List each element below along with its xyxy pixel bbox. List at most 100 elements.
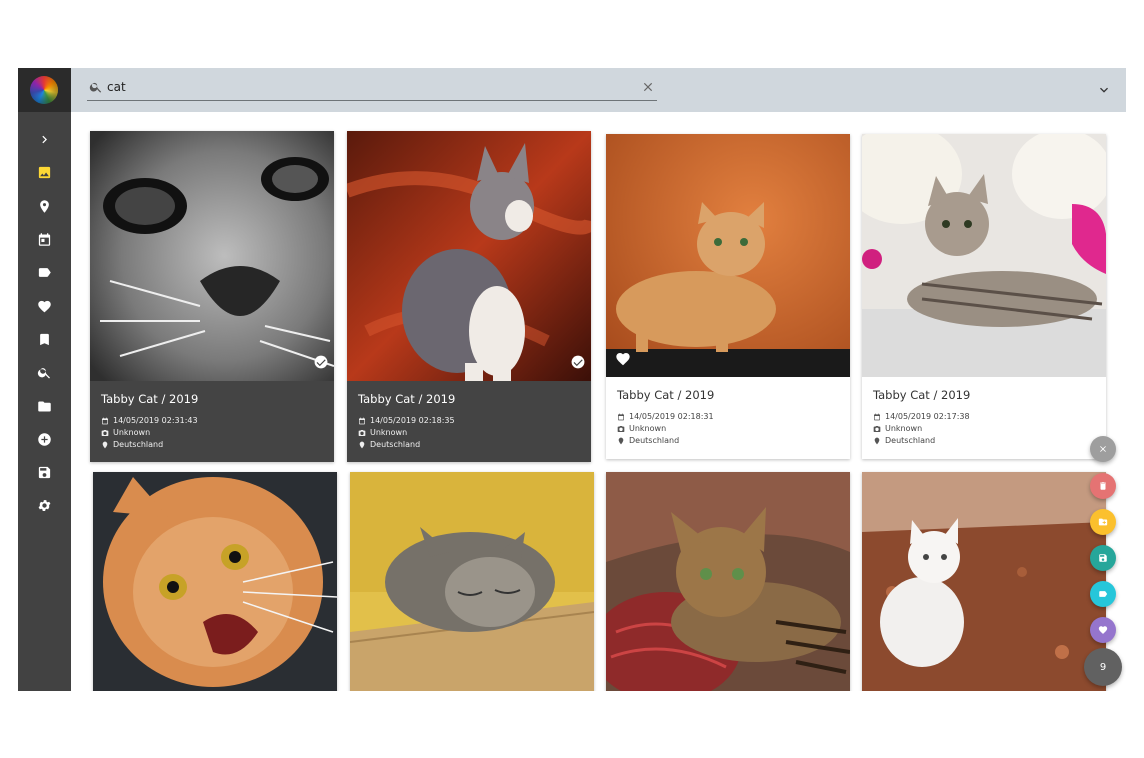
location-text: Deutschland [113, 440, 164, 449]
save-icon [1099, 554, 1107, 562]
photo-thumbnail[interactable] [347, 131, 591, 381]
photo-card[interactable]: Tabby Cat / 2019 14/05/2019 02:18:31 Unk… [606, 134, 850, 459]
photo-date: 14/05/2019 02:18:35 [358, 416, 455, 425]
photo-title: Tabby Cat / 2019 [617, 388, 715, 402]
label-icon [38, 267, 51, 277]
card-info: Tabby Cat / 2019 14/05/2019 02:18:35 Unk… [347, 381, 591, 462]
clear-selection-button[interactable] [1090, 436, 1116, 462]
selection-count-button[interactable]: 9 [1084, 648, 1122, 686]
camera-icon [617, 425, 625, 432]
camera-icon [358, 429, 366, 436]
map-marker-icon [359, 441, 365, 448]
camera-icon [873, 425, 881, 432]
location-text: Deutschland [885, 436, 936, 445]
cat-photo [347, 131, 591, 381]
photo-title: Tabby Cat / 2019 [873, 388, 971, 402]
camera-text: Unknown [885, 424, 923, 433]
date-text: 14/05/2019 02:18:31 [629, 412, 714, 421]
camera-icon [101, 429, 109, 436]
sidebar-item-library[interactable] [18, 458, 71, 486]
sidebar-item-albums[interactable] [18, 325, 71, 353]
card-info: Tabby Cat / 2019 14/05/2019 02:17:38 Unk… [862, 377, 1106, 459]
sidebar-item-favorites[interactable] [18, 292, 71, 320]
toolbar [71, 68, 1126, 112]
sidebar-item-settings[interactable] [18, 491, 71, 519]
photo-camera: Unknown [358, 428, 407, 437]
map-marker-icon [40, 199, 49, 213]
sidebar-item-expand[interactable] [18, 125, 71, 153]
selected-check-icon[interactable] [314, 355, 328, 369]
save-icon [38, 466, 51, 478]
date-text: 14/05/2019 02:31:43 [113, 416, 198, 425]
map-marker-icon [102, 441, 108, 448]
calendar-icon [874, 413, 880, 420]
photo-card[interactable] [606, 472, 850, 691]
sidebar-item-labels[interactable] [18, 258, 71, 286]
cat-photo [93, 472, 337, 691]
selected-check-icon[interactable] [571, 355, 585, 369]
photo-location[interactable]: Deutschland [873, 436, 935, 445]
logo-icon [30, 76, 58, 104]
photo-card[interactable] [350, 472, 594, 691]
chevron-down-icon[interactable] [1096, 82, 1112, 98]
camera-text: Unknown [629, 424, 667, 433]
sidebar-item-search[interactable] [18, 358, 71, 386]
cat-photo [862, 134, 1106, 377]
selection-count: 9 [1099, 661, 1107, 673]
photo-card[interactable]: Tabby Cat / 2019 14/05/2019 02:17:38 Unk… [862, 134, 1106, 459]
sidebar-item-import[interactable] [18, 425, 71, 453]
label-button[interactable] [1090, 581, 1116, 607]
date-text: 14/05/2019 02:17:38 [885, 412, 970, 421]
add-circle-icon [38, 432, 51, 446]
search-icon [37, 367, 50, 378]
photo-location[interactable]: Deutschland [358, 440, 420, 449]
delete-button[interactable] [1090, 473, 1116, 499]
map-marker-icon [874, 437, 880, 444]
photo-card[interactable]: Tabby Cat / 2019 14/05/2019 02:18:35 Unk… [347, 131, 591, 462]
bookmark-icon [40, 333, 49, 345]
photo-date: 14/05/2019 02:17:38 [873, 412, 970, 421]
logo[interactable] [18, 68, 71, 112]
photo-title: Tabby Cat / 2019 [101, 392, 199, 406]
heart-icon [1098, 626, 1108, 634]
cat-photo [350, 472, 594, 691]
sidebar-item-folders[interactable] [18, 392, 71, 420]
date-text: 14/05/2019 02:18:35 [370, 416, 455, 425]
trash-icon [1100, 482, 1106, 490]
photo-camera: Unknown [873, 424, 922, 433]
sidebar-item-calendar[interactable] [18, 225, 71, 253]
download-button[interactable] [1090, 545, 1116, 571]
photo-thumbnail[interactable] [90, 131, 334, 381]
calendar-icon [38, 232, 51, 246]
sidebar-item-photos[interactable] [18, 158, 71, 186]
camera-text: Unknown [370, 428, 408, 437]
photo-card[interactable] [93, 472, 337, 691]
clear-icon[interactable] [641, 80, 655, 94]
add-to-album-button[interactable] [1090, 509, 1116, 535]
cat-photo [606, 134, 850, 377]
search-field [87, 76, 657, 101]
photo-thumbnail[interactable] [606, 134, 850, 377]
sidebar-item-places[interactable] [18, 192, 71, 220]
photo-location[interactable]: Deutschland [617, 436, 679, 445]
image-icon [38, 166, 51, 178]
photo-card[interactable] [862, 472, 1106, 691]
app-window: Tabby Cat / 2019 14/05/2019 02:31:43 Unk… [18, 68, 1126, 691]
card-info: Tabby Cat / 2019 14/05/2019 02:18:31 Unk… [606, 377, 850, 459]
sidebar [18, 68, 71, 691]
heart-icon [38, 300, 51, 312]
chevron-right-icon [42, 135, 47, 143]
photo-thumbnail[interactable] [862, 134, 1106, 377]
cat-photo [90, 131, 334, 381]
card-info: Tabby Cat / 2019 14/05/2019 02:31:43 Unk… [90, 381, 334, 462]
favorite-button[interactable] [1090, 617, 1116, 643]
cat-photo [862, 472, 1106, 691]
search-input[interactable] [107, 78, 627, 96]
favorite-heart-icon[interactable] [615, 351, 631, 367]
photo-card[interactable]: Tabby Cat / 2019 14/05/2019 02:31:43 Unk… [90, 131, 334, 462]
calendar-icon [618, 413, 624, 420]
photo-date: 14/05/2019 02:31:43 [101, 416, 198, 425]
photo-location[interactable]: Deutschland [101, 440, 163, 449]
location-text: Deutschland [629, 436, 680, 445]
calendar-icon [102, 417, 108, 424]
